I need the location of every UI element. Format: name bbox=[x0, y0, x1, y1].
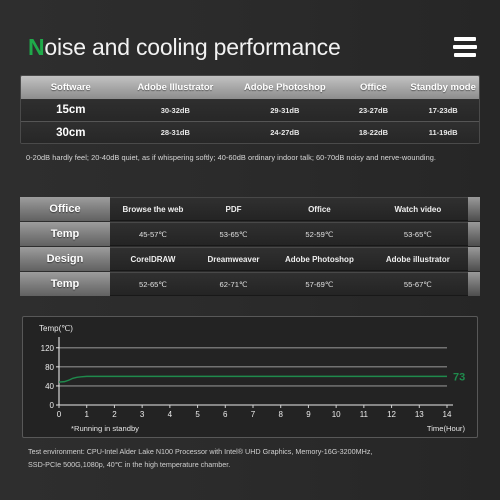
page-header: Noise and cooling performance bbox=[0, 24, 500, 70]
temp-cell-office-office: Office bbox=[308, 204, 331, 214]
svg-text:0: 0 bbox=[50, 401, 55, 410]
temp-row-label-office: Office bbox=[20, 197, 110, 221]
row-edge-strip bbox=[468, 247, 480, 271]
noise-cell-30cm-standby: 11-19dB bbox=[428, 128, 458, 137]
temp-row-cells-design: CorelDRAW Dreamweaver Adobe Photoshop Ad… bbox=[110, 247, 468, 271]
svg-text:12: 12 bbox=[387, 410, 396, 419]
title-text: oise and cooling performance bbox=[44, 33, 341, 60]
row-edge-strip bbox=[468, 222, 480, 246]
temp-cell-design-photoshop: Adobe Photoshop bbox=[284, 254, 354, 264]
temperature-table: Office Browse the web PDF Office Watch v… bbox=[20, 197, 480, 297]
svg-text:5: 5 bbox=[195, 410, 200, 419]
chart-x-tick-labels: 0 1 2 3 4 5 6 7 8 9 10 11 12 13 14 bbox=[57, 405, 452, 419]
chart-annotation: *Running in standby bbox=[71, 424, 139, 433]
table-row: Temp 45-57℃ 53-65℃ 52-59℃ 53-65℃ bbox=[20, 222, 480, 246]
chart-x-axis-title: Time(Hour) bbox=[426, 424, 465, 433]
temp-cell-office-video: Watch video bbox=[394, 204, 442, 214]
title-accent-letter: N bbox=[28, 33, 45, 60]
temp-cell-design-dreamweaver: Dreamweaver bbox=[207, 254, 260, 264]
svg-text:80: 80 bbox=[45, 363, 54, 372]
hamburger-menu-icon[interactable] bbox=[452, 35, 478, 59]
temp-value-pdf: 53-65℃ bbox=[219, 229, 248, 239]
svg-text:14: 14 bbox=[443, 410, 452, 419]
svg-text:7: 7 bbox=[251, 410, 256, 419]
temp-row-label-temp-design: Temp bbox=[20, 272, 110, 296]
noise-level-note: 0-20dB hardly feel; 20-40dB quiet, as if… bbox=[26, 153, 436, 162]
svg-text:1: 1 bbox=[84, 410, 89, 419]
svg-text:13: 13 bbox=[415, 410, 424, 419]
svg-text:4: 4 bbox=[168, 410, 173, 419]
noise-table-header-row: Software Adobe Illustrator Adobe Photosh… bbox=[21, 76, 479, 99]
temp-cell-design-coreldraw: CorelDRAW bbox=[130, 254, 176, 264]
temp-row-label-temp-office: Temp bbox=[20, 222, 110, 246]
table-row: Office Browse the web PDF Office Watch v… bbox=[20, 197, 480, 221]
temp-value-browse: 45-57℃ bbox=[138, 229, 167, 239]
svg-text:0: 0 bbox=[57, 410, 62, 419]
temp-value-video: 53-65℃ bbox=[403, 229, 432, 239]
noise-col-illustrator: Adobe Illustrator bbox=[137, 82, 214, 93]
row-edge-strip bbox=[468, 272, 480, 296]
chart-canvas: 04080120 0 1 2 3 4 5 6 7 8 9 10 11 12 13 14 73 bbox=[41, 337, 465, 419]
temp-cell-office-pdf: PDF bbox=[225, 204, 242, 214]
temp-value-coreldraw: 52-65℃ bbox=[138, 279, 167, 289]
row-edge-strip bbox=[468, 197, 480, 221]
temp-row-cells-office: Browse the web PDF Office Watch video bbox=[110, 197, 468, 221]
noise-cell-15cm-illustrator: 30-32dB bbox=[160, 105, 190, 115]
svg-text:3: 3 bbox=[140, 410, 145, 419]
chart-axes bbox=[58, 337, 453, 406]
hamburger-bar-2 bbox=[453, 45, 477, 49]
noise-row-label-30cm: 30cm bbox=[56, 126, 86, 139]
temp-cell-design-illustrator: Adobe illustrator bbox=[385, 254, 450, 264]
temp-row-cells-temp-design: 52-65℃ 62-71℃ 57-69℃ 55-67℃ bbox=[110, 272, 468, 296]
chart-series-line bbox=[58, 375, 447, 383]
chart-end-value-label: 73 bbox=[453, 371, 465, 383]
temp-row-cells-temp-office: 45-57℃ 53-65℃ 52-59℃ 53-65℃ bbox=[110, 222, 468, 246]
svg-text:9: 9 bbox=[306, 410, 311, 419]
table-row: Design CorelDRAW Dreamweaver Adobe Photo… bbox=[20, 247, 480, 271]
noise-cell-30cm-photoshop: 24-27dB bbox=[270, 128, 300, 137]
noise-row-label-15cm: 15cm bbox=[56, 104, 86, 116]
chart-gridlines bbox=[59, 347, 447, 387]
hamburger-bar-3 bbox=[454, 53, 476, 57]
hamburger-bar-1 bbox=[454, 37, 476, 41]
noise-col-office: Office bbox=[359, 82, 387, 93]
temp-value-illustrator: 55-67℃ bbox=[403, 279, 432, 289]
noise-cell-30cm-illustrator: 28-31dB bbox=[160, 128, 190, 137]
svg-text:2: 2 bbox=[112, 410, 117, 419]
noise-cell-15cm-office: 23-27dB bbox=[358, 105, 389, 115]
footer-line-1: Test environment: CPU-Intel Alder Lake N… bbox=[28, 447, 373, 456]
standby-temperature-chart: Temp(℃) 0 40 80 120 0 1 2 3 4 5 6 7 8 9 10 11 12 13 14 73… bbox=[22, 316, 478, 438]
test-environment-footer: Test environment: CPU-Intel Alder Lake N… bbox=[28, 446, 480, 471]
noise-cell-15cm-photoshop: 29-31dB bbox=[270, 105, 300, 115]
table-row: 15cm 30-32dB 29-31dB 23-27dB 17-23dB bbox=[21, 99, 479, 121]
svg-text:11: 11 bbox=[360, 410, 369, 419]
chart-y-tick-labels: 0 40 80 120 bbox=[41, 344, 59, 410]
footer-line-2: SSD-PCIe 500G,1080p, 40℃ in the high tem… bbox=[28, 459, 231, 469]
noise-col-photoshop: Adobe Photoshop bbox=[243, 82, 326, 93]
svg-text:8: 8 bbox=[278, 410, 283, 419]
temp-cell-office-browse: Browse the web bbox=[122, 204, 184, 214]
temp-value-photoshop: 57-69℃ bbox=[305, 279, 334, 289]
svg-text:40: 40 bbox=[45, 382, 54, 391]
svg-text:120: 120 bbox=[41, 344, 55, 353]
temp-row-label-design: Design bbox=[20, 247, 110, 271]
page-title: Noise and cooling performance bbox=[28, 34, 341, 61]
noise-table: Software Adobe Illustrator Adobe Photosh… bbox=[20, 75, 480, 144]
noise-cell-15cm-standby: 17-23dB bbox=[428, 105, 458, 115]
table-row: 30cm 28-31dB 24-27dB 18-22dB 11-19dB bbox=[21, 121, 479, 143]
svg-text:6: 6 bbox=[223, 410, 228, 419]
svg-text:10: 10 bbox=[332, 410, 341, 419]
table-row: Temp 52-65℃ 62-71℃ 57-69℃ 55-67℃ bbox=[20, 272, 480, 296]
noise-cell-30cm-office: 18-22dB bbox=[358, 128, 389, 137]
noise-col-software: Software bbox=[50, 82, 91, 93]
temp-value-dreamweaver: 62-71℃ bbox=[219, 279, 248, 289]
temp-value-office: 52-59℃ bbox=[305, 229, 334, 239]
noise-col-standby: Standby mode bbox=[410, 82, 476, 93]
